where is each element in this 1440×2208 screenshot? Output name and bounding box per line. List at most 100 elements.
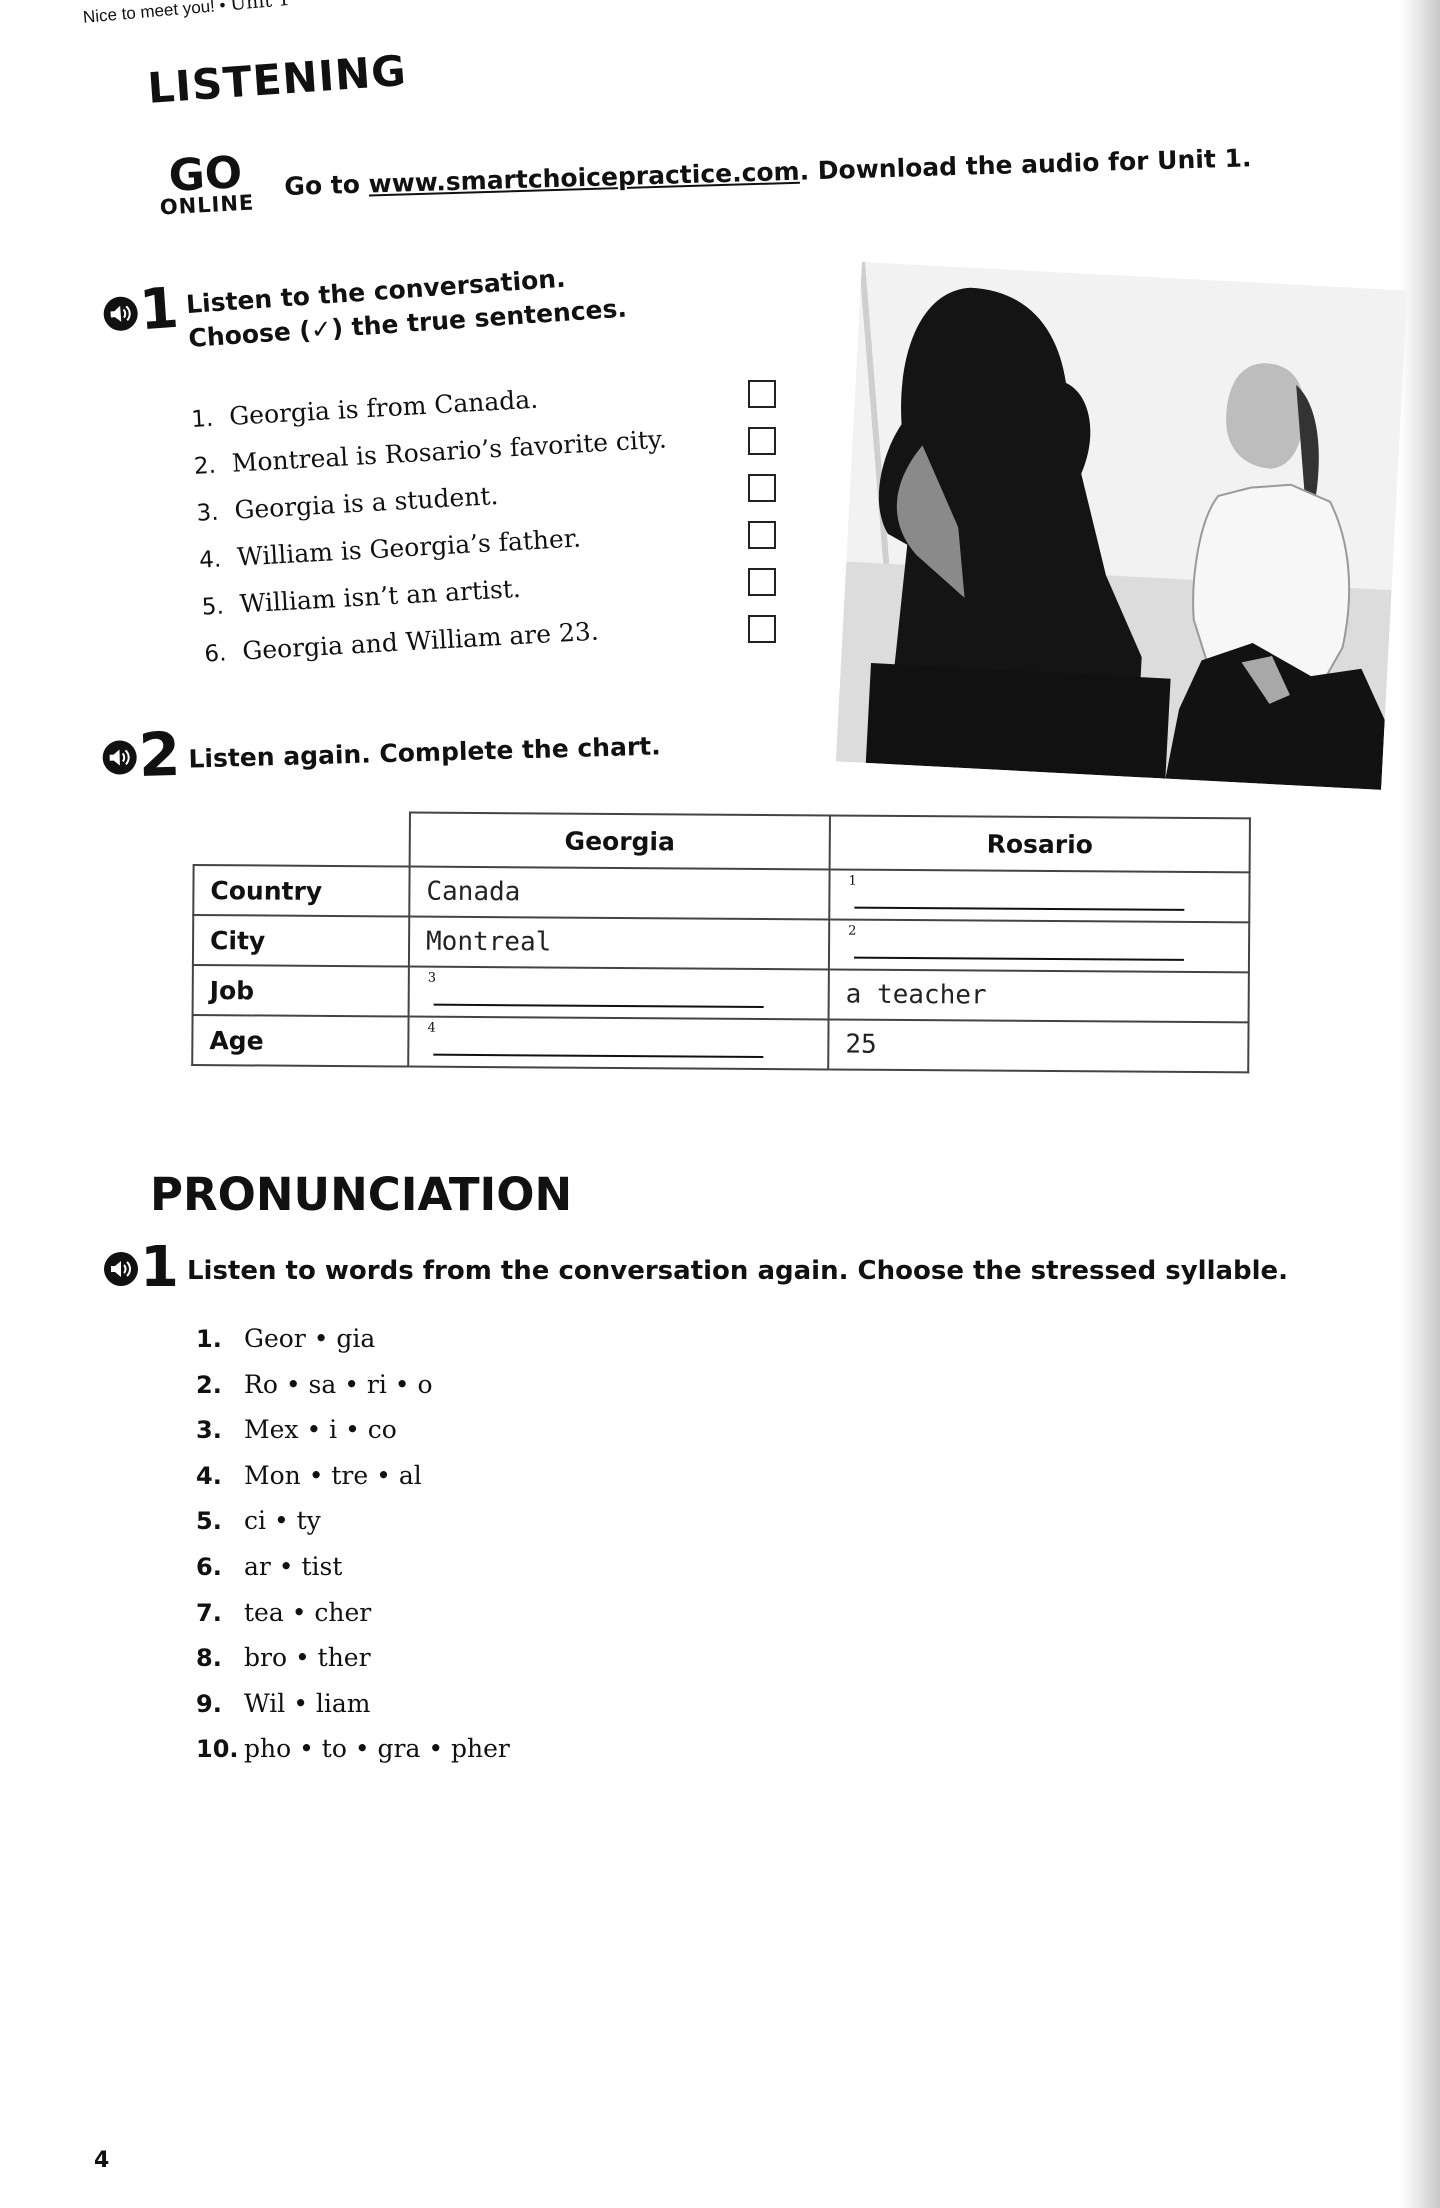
sentence-3-checkbox[interactable] (748, 474, 776, 502)
sentence-number: 3. (195, 499, 220, 527)
answer-line[interactable] (433, 1003, 764, 1008)
go-online-instruction: Go to www.smartchoicepractice.com. Downl… (284, 143, 1252, 201)
word-item[interactable]: 10. pho • to • gra • pher (196, 1726, 510, 1772)
sentence-number: 6. (203, 640, 228, 668)
sentence-text: Georgia and William are 23. (241, 616, 600, 666)
word-syllables[interactable]: ci • ty (244, 1506, 321, 1535)
georgia-age-blank[interactable]: 4 (408, 1016, 829, 1070)
pronunciation-exercise-1-header: 1 Listen to words from the conversation … (104, 1235, 1289, 1300)
word-number: 4. (196, 1461, 222, 1490)
row-label: City (192, 915, 410, 967)
sentence-text: Georgia is a student. (233, 480, 500, 525)
word-item[interactable]: 8. bro • ther (196, 1635, 510, 1681)
syllable-word-list: 1. Geor • gia 2. Ro • sa • ri • o 3. Mex • … (196, 1316, 510, 1772)
georgia-country-value: Canada (409, 866, 830, 920)
georgia-city-value: Montreal (408, 916, 830, 970)
go-online-badge-bottom: ONLINE (159, 190, 255, 220)
chart-row-job: Job 3 a teacher (192, 965, 1249, 1023)
practice-site-link[interactable]: www.smartchoicepractice.com (368, 157, 800, 199)
listening-exercise-1-header: 1 Listen to the conversation. Choose (✓)… (102, 254, 628, 362)
word-item[interactable]: 1. Geor • gia (196, 1316, 510, 1362)
word-item[interactable]: 3. Mex • i • co (196, 1407, 510, 1453)
word-number: 9. (196, 1689, 222, 1718)
blank-number: 4 (427, 1020, 436, 1036)
word-syllables[interactable]: bro • ther (244, 1643, 371, 1672)
running-head-unit: Unit 1 (229, 0, 291, 16)
row-label: Age (192, 1015, 409, 1067)
word-number: 3. (196, 1416, 222, 1445)
word-syllables[interactable]: Mex • i • co (244, 1415, 397, 1444)
word-number: 8. (196, 1644, 222, 1673)
rosario-country-blank[interactable]: 1 (829, 869, 1250, 923)
column-header-georgia: Georgia (409, 812, 830, 870)
info-chart-table: Georgia Rosario Country Canada 1 City Mo… (191, 810, 1251, 1073)
word-syllables[interactable]: tea • cher (244, 1598, 371, 1627)
sentence-2-checkbox[interactable] (748, 427, 776, 455)
true-sentences-list: 1. Georgia is from Canada. 2. Montreal is … (190, 369, 678, 677)
chart-header-row: Georgia Rosario (193, 811, 1250, 873)
word-number: 1. (196, 1325, 222, 1353)
conversation-photo (835, 262, 1408, 790)
listening-exercise-2-header: 2 Listen again. Complete the chart. (102, 717, 661, 791)
blank-number: 1 (848, 873, 857, 889)
answer-line[interactable] (853, 956, 1184, 961)
word-syllables[interactable]: Geor • gia (244, 1324, 375, 1353)
column-header-rosario: Rosario (829, 815, 1250, 873)
sentence-number: 1. (190, 405, 215, 433)
chart-row-age: Age 4 25 (192, 1015, 1249, 1073)
word-item[interactable]: 2. Ro • sa • ri • o (196, 1362, 510, 1408)
word-item[interactable]: 7. tea • cher (196, 1590, 510, 1636)
sentence-number: 2. (193, 452, 217, 480)
chart-row-city: City Montreal 2 (192, 915, 1250, 973)
exercise-number: 2 (137, 719, 182, 791)
sentence-text: William isn’t an artist. (238, 573, 522, 619)
exercise-instruction: Listen to words from the conversation ag… (186, 1256, 1289, 1286)
word-syllables[interactable]: Mon • tre • al (244, 1461, 422, 1490)
rosario-age-value: 25 (828, 1019, 1249, 1073)
word-number: 7. (196, 1598, 222, 1627)
word-item[interactable]: 4. Mon • tre • al (196, 1453, 510, 1499)
chart-row-country: Country Canada 1 (193, 865, 1250, 923)
word-item[interactable]: 6. ar • tist (196, 1544, 510, 1590)
answer-line[interactable] (433, 1053, 764, 1058)
word-syllables[interactable]: pho • to • gra • pher (244, 1734, 510, 1763)
georgia-job-blank[interactable]: 3 (408, 966, 829, 1020)
audio-speaker-icon[interactable] (104, 1252, 138, 1286)
sentence-number: 4. (198, 546, 222, 574)
rosario-job-value: a teacher (828, 969, 1249, 1023)
word-number: 5. (196, 1507, 222, 1536)
go-online-prefix: Go to (284, 169, 370, 201)
word-item[interactable]: 5. ci • ty (196, 1498, 510, 1544)
two-women-talking-illustration (835, 262, 1408, 790)
chart-corner-cell (193, 811, 410, 867)
word-number: 10. (196, 1735, 239, 1764)
rosario-city-blank[interactable]: 2 (828, 919, 1250, 973)
go-online-suffix: . Download the audio for Unit 1. (799, 143, 1252, 186)
word-syllables[interactable]: Ro • sa • ri • o (244, 1370, 433, 1399)
page-number: 4 (94, 2148, 110, 2173)
sentence-5-checkbox[interactable] (748, 568, 776, 596)
sentence-4-checkbox[interactable] (748, 521, 776, 549)
exercise-instruction: Listen again. Complete the chart. (188, 731, 661, 774)
go-online-badge: GO ONLINE (141, 147, 272, 220)
row-label: Country (193, 865, 410, 917)
sentence-number: 5. (201, 593, 225, 621)
exercise-number: 1 (140, 1235, 179, 1300)
sentence-text: Georgia is from Canada. (228, 384, 539, 431)
audio-speaker-icon[interactable] (102, 740, 138, 775)
listening-section-title: LISTENING (146, 45, 409, 113)
row-label: Job (192, 965, 409, 1017)
blank-number: 3 (427, 970, 437, 986)
pronunciation-section-title: PRONUNCIATION (150, 1168, 573, 1221)
sentence-1-checkbox[interactable] (748, 380, 776, 408)
word-number: 6. (196, 1552, 222, 1581)
word-syllables[interactable]: ar • tist (244, 1552, 342, 1581)
blank-number: 2 (848, 923, 857, 939)
exercise-number: 1 (137, 275, 181, 344)
audio-speaker-icon[interactable] (102, 295, 139, 332)
word-item[interactable]: 9. Wil • liam (196, 1681, 510, 1727)
word-number: 2. (196, 1370, 222, 1399)
answer-line[interactable] (854, 906, 1185, 911)
sentence-6-checkbox[interactable] (748, 615, 776, 643)
word-syllables[interactable]: Wil • liam (244, 1689, 371, 1718)
